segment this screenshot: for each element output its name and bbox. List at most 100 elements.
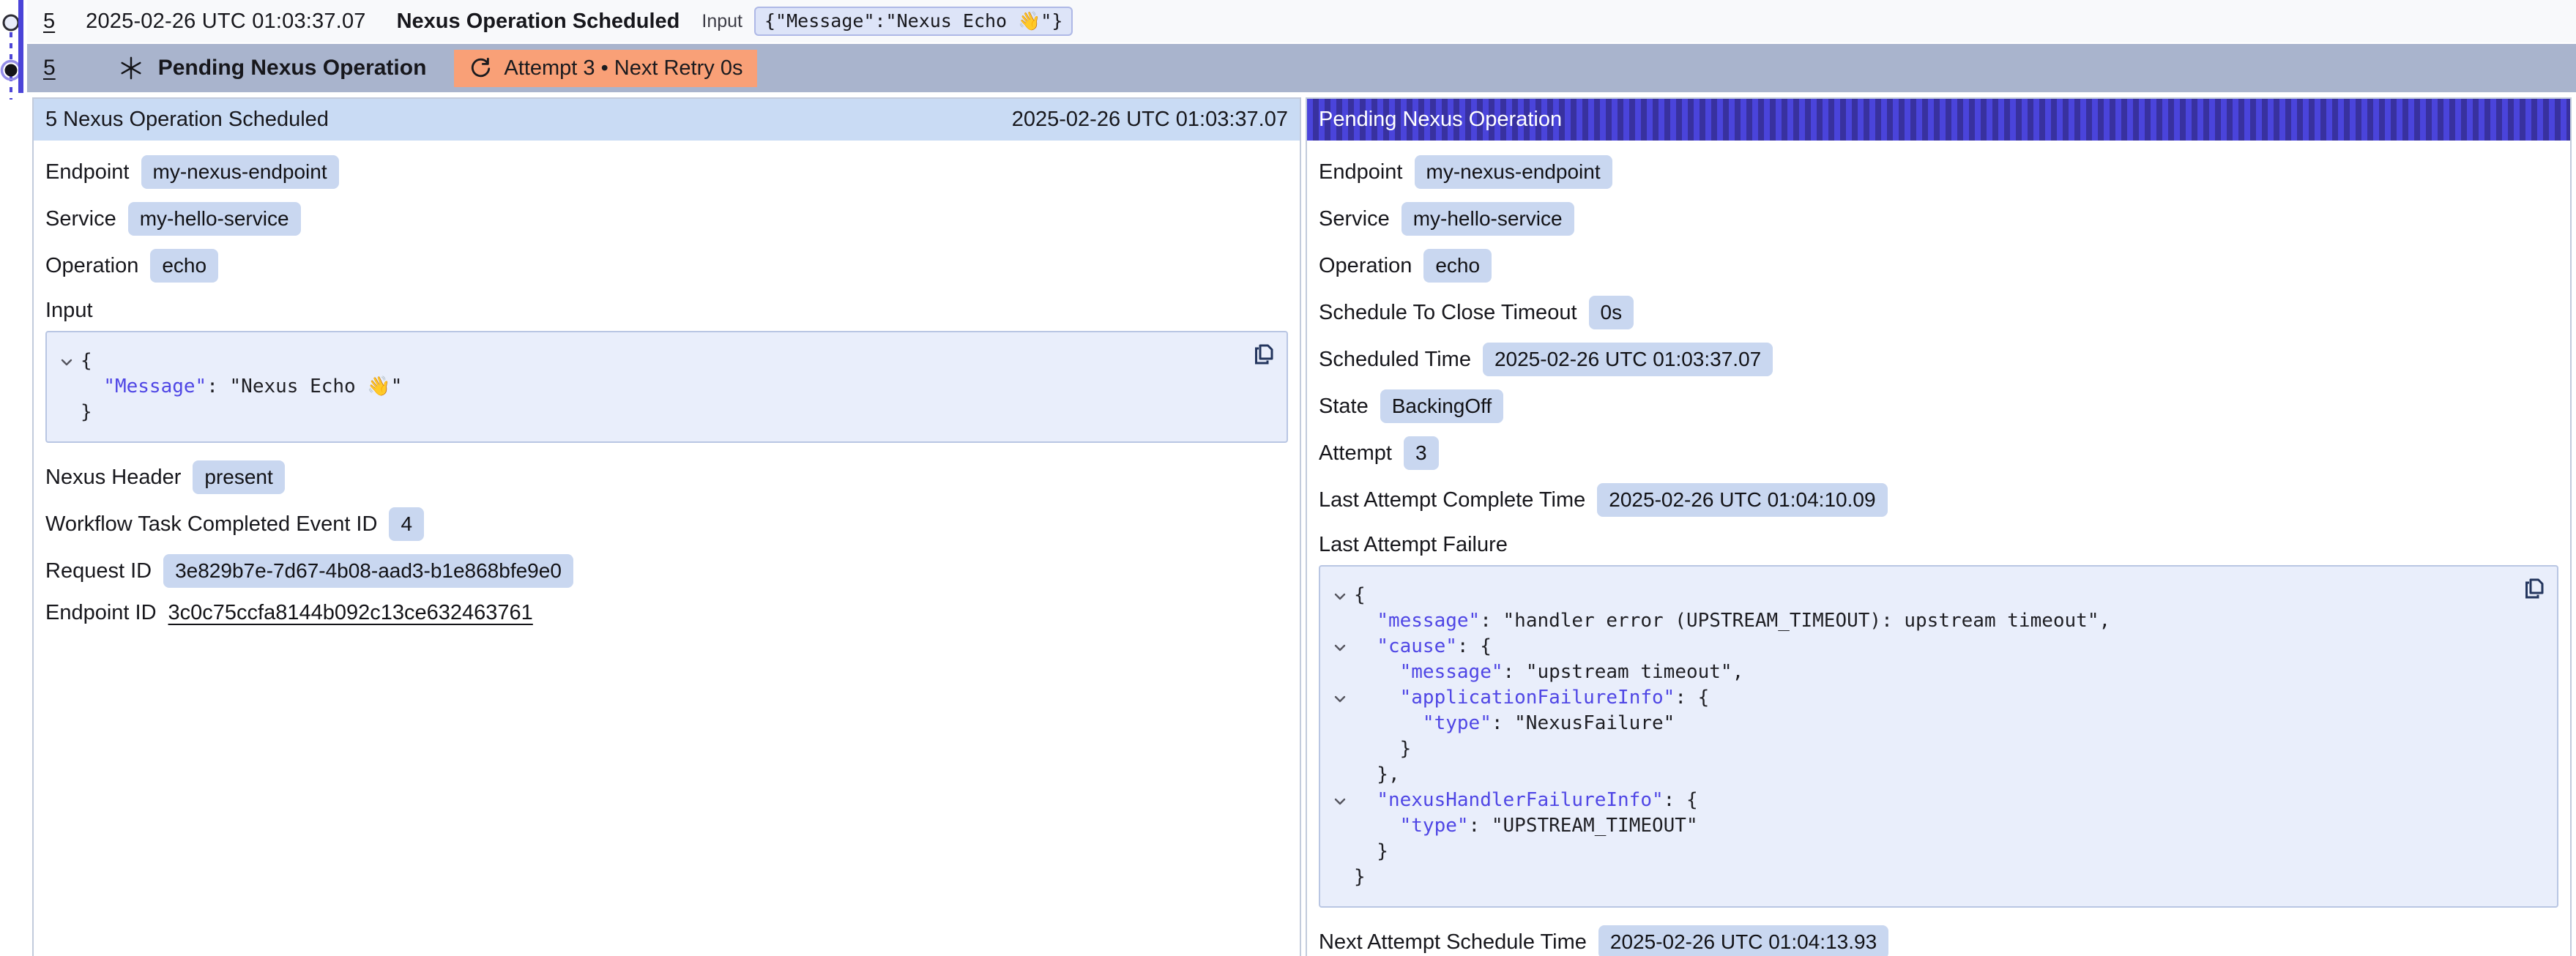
- pending-nexus-operation-row[interactable]: 5 Pending Nexus Operation Attempt 3 • Ne…: [27, 44, 2576, 92]
- field-value-chip: 3e829b7e-7d67-4b08-aad3-b1e868bfe9e0: [163, 554, 573, 588]
- field-row-scheduled-time: Scheduled Time 2025-02-26 UTC 01:03:37.07: [1319, 343, 2558, 376]
- json-line: "type": "NexusFailure": [1326, 711, 2506, 736]
- json-line: {: [1326, 583, 2506, 608]
- field-value-chip: my-hello-service: [1401, 202, 1574, 236]
- json-text: }: [81, 400, 92, 425]
- event-history-page: 5 2025-02-26 UTC 01:03:37.07 Nexus Opera…: [0, 0, 2576, 956]
- timeline-node-open-icon: [4, 15, 18, 30]
- event-input-label: Input: [701, 11, 742, 32]
- field-value-chip: 3: [1404, 436, 1439, 470]
- field-value-chip: 4: [389, 507, 424, 541]
- field-label: Request ID: [45, 559, 152, 583]
- json-gutter: [1326, 762, 1354, 788]
- json-text: "type": "NexusFailure": [1354, 711, 1675, 736]
- json-text: "message": "upstream timeout",: [1354, 660, 1743, 685]
- field-value-chip: 0s: [1589, 296, 1634, 329]
- field-row-schedule-to-close-timeout: Schedule To Close Timeout0s: [1319, 296, 2558, 329]
- json-text: "Message": "Nexus Echo 👋": [81, 374, 402, 400]
- event-detail-panel: 5 Nexus Operation Scheduled 2025-02-26 U…: [32, 97, 1301, 956]
- chevron-down-icon[interactable]: [53, 348, 81, 374]
- json-text: "type": "UPSTREAM_TIMEOUT": [1354, 813, 1698, 839]
- field-row-endpoint: Endpoint my-nexus-endpoint: [1319, 155, 2558, 189]
- json-line: "cause": {: [1326, 634, 2506, 660]
- json-line: "nexusHandlerFailureInfo": {: [1326, 788, 2506, 813]
- json-text: }: [1354, 839, 1388, 864]
- event-id-link[interactable]: 5: [43, 10, 55, 34]
- retry-badge-label: Attempt 3 • Next Retry 0s: [504, 56, 742, 81]
- field-row-operation: Operationecho: [1319, 249, 2558, 283]
- json-line: },: [1326, 762, 2506, 788]
- json-gutter: [53, 400, 81, 425]
- json-gutter: [1326, 864, 1354, 890]
- field-label: Endpoint: [1319, 160, 1403, 184]
- json-gutter: [1326, 839, 1354, 864]
- event-detail-timestamp: 2025-02-26 UTC 01:03:37.07: [1012, 108, 1288, 132]
- chevron-down-icon[interactable]: [1326, 685, 1354, 711]
- json-text: "cause": {: [1354, 634, 1492, 660]
- field-value-chip: echo: [150, 249, 218, 283]
- field-row-service: Servicemy-hello-service: [45, 202, 1288, 236]
- field-row-last-attempt-complete-time: Last Attempt Complete Time2025-02-26 UTC…: [1319, 483, 2558, 517]
- field-label: Last Attempt Failure: [1319, 531, 2547, 558]
- field-row-input: Input { "Message": "Nexus Echo 👋"}: [45, 297, 1288, 443]
- json-line: }: [1326, 864, 2506, 890]
- field-label: Next Attempt Schedule Time: [1319, 930, 1587, 955]
- field-row-service: Service my-hello-service: [1319, 202, 2558, 236]
- field-label: Service: [1319, 207, 1390, 231]
- field-row-request-id: Request ID 3e829b7e-7d67-4b08-aad3-b1e868…: [45, 554, 1288, 588]
- json-text: {: [81, 348, 92, 374]
- field-value-chip: 2025-02-26 UTC 01:04:10.09: [1597, 483, 1887, 517]
- field-row-attempt: Attempt3: [1319, 436, 2558, 470]
- field-row-last-attempt-failure: Last Attempt Failure { "message": "handle…: [1319, 531, 2558, 908]
- event-input-preview-chip: {"Message":"Nexus Echo 👋"}: [754, 7, 1073, 36]
- pending-detail-panel: Pending Nexus Operation Endpointmy-nexus…: [1306, 97, 2572, 956]
- field-row-nexus-header: Nexus Header present: [45, 460, 1288, 494]
- field-row-next-attempt-schedule-time: Next Attempt Schedule Time2025-02-26 UTC…: [1319, 925, 2558, 956]
- copy-icon[interactable]: [2520, 575, 2547, 602]
- chevron-down-icon[interactable]: [1326, 634, 1354, 660]
- event-title: Nexus Operation Scheduled: [397, 10, 680, 34]
- json-text: },: [1354, 762, 1400, 788]
- pending-title: Pending Nexus Operation: [158, 56, 427, 81]
- event-timestamp: 2025-02-26 UTC 01:03:37.07: [86, 10, 365, 34]
- json-text: "applicationFailureInfo": {: [1354, 685, 1709, 711]
- chevron-down-icon[interactable]: [1326, 788, 1354, 813]
- endpoint-id-link[interactable]: 3c0c75ccfa8144b092c13ce632463761: [168, 601, 533, 625]
- json-gutter: [1326, 608, 1354, 634]
- field-value-chip: BackingOff: [1380, 389, 1503, 423]
- json-gutter: [1326, 736, 1354, 762]
- json-line: {: [53, 348, 1235, 374]
- field-value-chip: my-nexus-endpoint: [1415, 155, 1612, 189]
- asterisk-icon: [119, 56, 144, 81]
- field-label: Scheduled Time: [1319, 348, 1471, 372]
- event-row-nexus-operation-scheduled[interactable]: 5 2025-02-26 UTC 01:03:37.07 Nexus Opera…: [27, 0, 2576, 42]
- field-row-state: State BackingOff: [1319, 389, 2558, 423]
- field-label: Nexus Header: [45, 466, 181, 490]
- field-row-endpoint-id: Endpoint ID 3c0c75ccfa8144b092c13ce632463…: [45, 601, 1288, 625]
- json-line: "message": "handler error (UPSTREAM_TIME…: [1326, 608, 2506, 634]
- field-value-chip: 2025-02-26 UTC 01:03:37.07: [1483, 343, 1773, 376]
- field-label: Endpoint ID: [45, 601, 157, 625]
- timeline-node-current-icon: [5, 64, 18, 77]
- json-text: "message": "handler error (UPSTREAM_TIME…: [1354, 608, 2110, 634]
- field-label: Operation: [45, 254, 138, 278]
- json-line: "type": "UPSTREAM_TIMEOUT": [1326, 813, 2506, 839]
- field-value-chip: my-hello-service: [128, 202, 301, 236]
- field-value-chip: present: [193, 460, 284, 494]
- event-detail-header: 5 Nexus Operation Scheduled 2025-02-26 U…: [34, 99, 1300, 141]
- chevron-down-icon[interactable]: [1326, 583, 1354, 608]
- json-text: {: [1354, 583, 1366, 608]
- json-text: "nexusHandlerFailureInfo": {: [1354, 788, 1698, 813]
- field-label: Input: [45, 297, 1276, 324]
- field-row-workflow-task-completed-event-id: Workflow Task Completed Event ID4: [45, 507, 1288, 541]
- json-line: "message": "upstream timeout",: [1326, 660, 2506, 685]
- field-label: State: [1319, 395, 1369, 419]
- json-gutter: [1326, 813, 1354, 839]
- pending-detail-body: Endpoint my-nexus-endpoint Service my-hello…: [1307, 141, 2570, 956]
- field-value-chip: my-nexus-endpoint: [141, 155, 339, 189]
- pending-id-link[interactable]: 5: [43, 56, 56, 81]
- event-detail-body: Endpointmy-nexus-endpointServicemy-hello…: [34, 141, 1300, 653]
- copy-icon[interactable]: [1250, 341, 1276, 367]
- json-line: "Message": "Nexus Echo 👋": [53, 374, 1235, 400]
- json-line: }: [53, 400, 1235, 425]
